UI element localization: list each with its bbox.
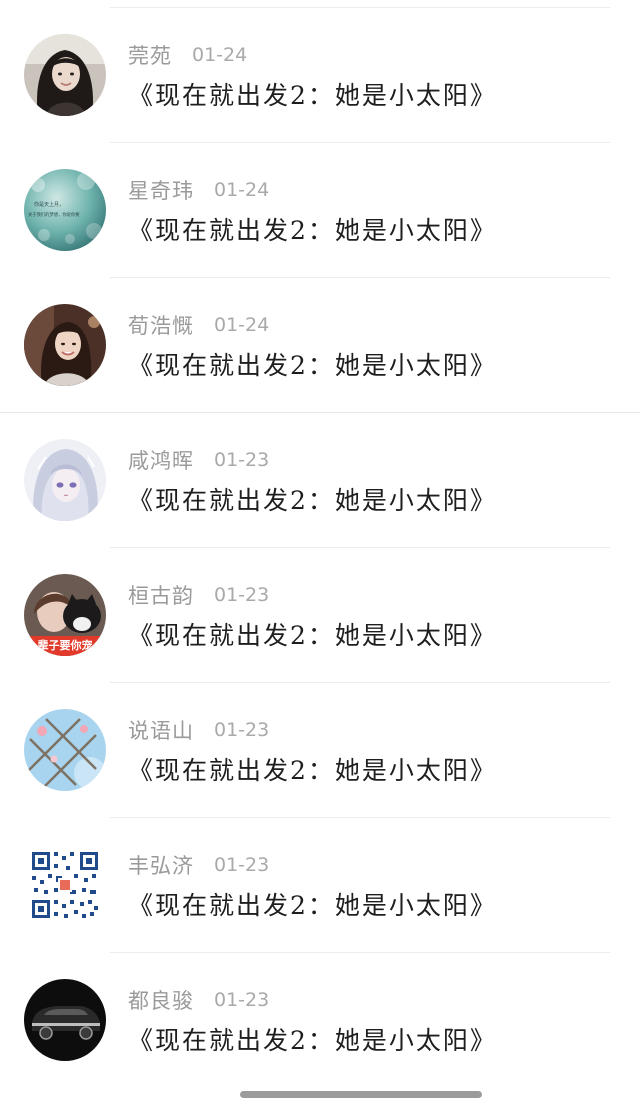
avatar[interactable] bbox=[24, 844, 106, 926]
avatar[interactable] bbox=[24, 709, 106, 791]
avatar[interactable] bbox=[24, 439, 106, 521]
comment-text: 《现在就出发2：她是小太阳》 bbox=[128, 1026, 497, 1055]
comment-date: 01-24 bbox=[214, 179, 270, 201]
avatar[interactable] bbox=[24, 304, 106, 386]
avatar-woman-with-cat-icon: 辈子要你宠 bbox=[24, 574, 106, 656]
comment-text: 《现在就出发2：她是小太阳》 bbox=[128, 486, 497, 515]
comment-date: 01-23 bbox=[214, 719, 270, 741]
avatar-qr-code-icon bbox=[24, 844, 106, 926]
comment-meta: 说语山 01-23 bbox=[128, 716, 269, 744]
comment-item[interactable]: 咸鸿晖 01-23 《现在就出发2：她是小太阳》 bbox=[0, 413, 640, 548]
comment-date: 01-24 bbox=[192, 44, 248, 66]
home-indicator[interactable] bbox=[240, 1091, 482, 1098]
avatar[interactable]: 你是天上月， 关于我们的梦想，你说你要 bbox=[24, 169, 106, 251]
comment-item[interactable]: 说语山 01-23 《现在就出发2：她是小太阳》 bbox=[0, 683, 640, 818]
avatar-smiling-woman-icon bbox=[24, 304, 106, 386]
username[interactable]: 莞苑 bbox=[128, 40, 172, 70]
comment-list[interactable]: 莞苑 01-24 《现在就出发2：她是小太阳》 你是天上月， 关于我们的梦想，你… bbox=[0, 8, 640, 1088]
username[interactable]: 说语山 bbox=[128, 715, 194, 745]
comment-meta: 桓古韵 01-23 bbox=[128, 581, 269, 609]
avatar-caption: 辈子要你宠 bbox=[38, 638, 93, 652]
comment-meta: 都良骏 01-23 bbox=[128, 986, 269, 1014]
avatar-text: 你是天上月， bbox=[34, 201, 64, 208]
comment-item[interactable]: 你是天上月， 关于我们的梦想，你说你要 星奇玮 01-24 《现在就出发2：她是… bbox=[0, 143, 640, 278]
comment-item[interactable]: 丰弘济 01-23 《现在就出发2：她是小太阳》 bbox=[0, 818, 640, 953]
comment-meta: 咸鸿晖 01-23 bbox=[128, 446, 269, 474]
avatar-black-car-icon bbox=[24, 979, 106, 1061]
avatar-anime-silver-hair-icon bbox=[24, 439, 106, 521]
comment-text: 《现在就出发2：她是小太阳》 bbox=[128, 216, 497, 245]
comment-meta: 丰弘济 01-23 bbox=[128, 851, 269, 879]
avatar-teal-bokeh-quote-icon: 你是天上月， 关于我们的梦想，你说你要 bbox=[24, 169, 106, 251]
comment-date: 01-23 bbox=[214, 584, 270, 606]
avatar-text: 关于我们的梦想，你说你要 bbox=[28, 211, 80, 218]
comment-date: 01-23 bbox=[214, 854, 270, 876]
comment-text: 《现在就出发2：她是小太阳》 bbox=[128, 81, 497, 110]
comment-date: 01-24 bbox=[214, 314, 270, 336]
username[interactable]: 咸鸿晖 bbox=[128, 445, 194, 475]
avatar[interactable]: 辈子要你宠 bbox=[24, 574, 106, 656]
comment-text: 《现在就出发2：她是小太阳》 bbox=[128, 351, 497, 380]
username[interactable]: 丰弘济 bbox=[128, 850, 194, 880]
comment-text: 《现在就出发2：她是小太阳》 bbox=[128, 756, 497, 785]
comment-text: 《现在就出发2：她是小太阳》 bbox=[128, 891, 497, 920]
comment-item[interactable]: 都良骏 01-23 《现在就出发2：她是小太阳》 bbox=[0, 953, 640, 1088]
comment-meta: 莞苑 01-24 bbox=[128, 41, 247, 69]
username[interactable]: 都良骏 bbox=[128, 985, 194, 1015]
comment-meta: 星奇玮 01-24 bbox=[128, 176, 269, 204]
avatar-sky-net-flowers-icon bbox=[24, 709, 106, 791]
avatar-girl-long-hair-icon bbox=[24, 34, 106, 116]
avatar[interactable] bbox=[24, 34, 106, 116]
username[interactable]: 桓古韵 bbox=[128, 580, 194, 610]
avatar[interactable] bbox=[24, 979, 106, 1061]
username[interactable]: 荀浩慨 bbox=[128, 310, 194, 340]
comment-item[interactable]: 荀浩慨 01-24 《现在就出发2：她是小太阳》 bbox=[0, 278, 640, 413]
username[interactable]: 星奇玮 bbox=[128, 175, 194, 205]
comment-item[interactable]: 莞苑 01-24 《现在就出发2：她是小太阳》 bbox=[0, 8, 640, 143]
comment-text: 《现在就出发2：她是小太阳》 bbox=[128, 621, 497, 650]
comment-date: 01-23 bbox=[214, 449, 270, 471]
comment-date: 01-23 bbox=[214, 989, 270, 1011]
comment-item[interactable]: 辈子要你宠 桓古韵 01-23 《现在就出发2：她是小太阳》 bbox=[0, 548, 640, 683]
comment-meta: 荀浩慨 01-24 bbox=[128, 311, 269, 339]
